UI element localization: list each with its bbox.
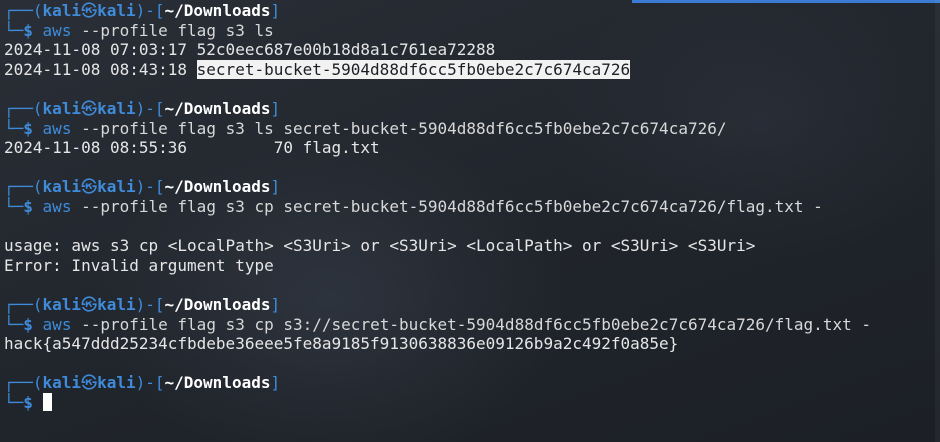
flag-output-line: hack{a547ddd25234cfbdebe36eee5fe8a9185f9…	[4, 334, 679, 354]
kali-dragon-icon: ㉿	[81, 373, 98, 393]
selected-text[interactable]: secret-bucket-5904d88df6cc5fb0ebe2c7c674…	[196, 59, 631, 79]
output-line: 2024-11-08 08:55:36 70 flag.txt	[4, 138, 380, 158]
kali-dragon-icon: ㉿	[81, 294, 98, 314]
error-line: Error: Invalid argument type	[4, 255, 274, 275]
command-line: └─$ aws --profile flag s3 cp secret-buck…	[4, 196, 823, 216]
prompt-header-line: ┌──(kali㉿kali)-[~/Downloads]	[4, 373, 281, 393]
command-line: └─$ aws --profile flag s3 ls secret-buck…	[4, 118, 727, 138]
output-line: 2024-11-08 07:03:17 52c0eec687e00b18d8a1…	[4, 40, 496, 60]
prompt-header-line: ┌──(kali㉿kali)-[~/Downloads]	[4, 177, 281, 197]
active-command-line[interactable]: └─$	[4, 392, 932, 413]
kali-dragon-icon: ㉿	[81, 1, 98, 20]
kali-dragon-icon: ㉿	[81, 98, 98, 118]
prompt-header-line: ┌──(kali㉿kali)-[~/Downloads]	[4, 98, 281, 118]
command-line: └─$ aws --profile flag s3 cp s3://secret…	[4, 314, 871, 334]
output-line: 2024-11-08 08:43:18 secret-bucket-5904d8…	[4, 59, 631, 79]
output-line: usage: aws s3 cp <LocalPath> <S3Uri> or …	[4, 236, 756, 256]
terminal-window[interactable]: ┌──(kali㉿kali)-[~/Downloads] └─$ aws --p…	[0, 0, 940, 442]
text-cursor	[42, 392, 52, 411]
kali-dragon-icon: ㉿	[81, 177, 98, 197]
scrollbar[interactable]	[935, 0, 940, 442]
prompt-header-line: ┌──(kali㉿kali)-[~/Downloads]	[4, 294, 281, 314]
command-line: └─$ aws --profile flag s3 ls	[4, 20, 274, 40]
terminal-output[interactable]: ┌──(kali㉿kali)-[~/Downloads] └─$ aws --p…	[4, 1, 932, 412]
prompt-header-line: ┌──(kali㉿kali)-[~/Downloads]	[4, 1, 281, 20]
